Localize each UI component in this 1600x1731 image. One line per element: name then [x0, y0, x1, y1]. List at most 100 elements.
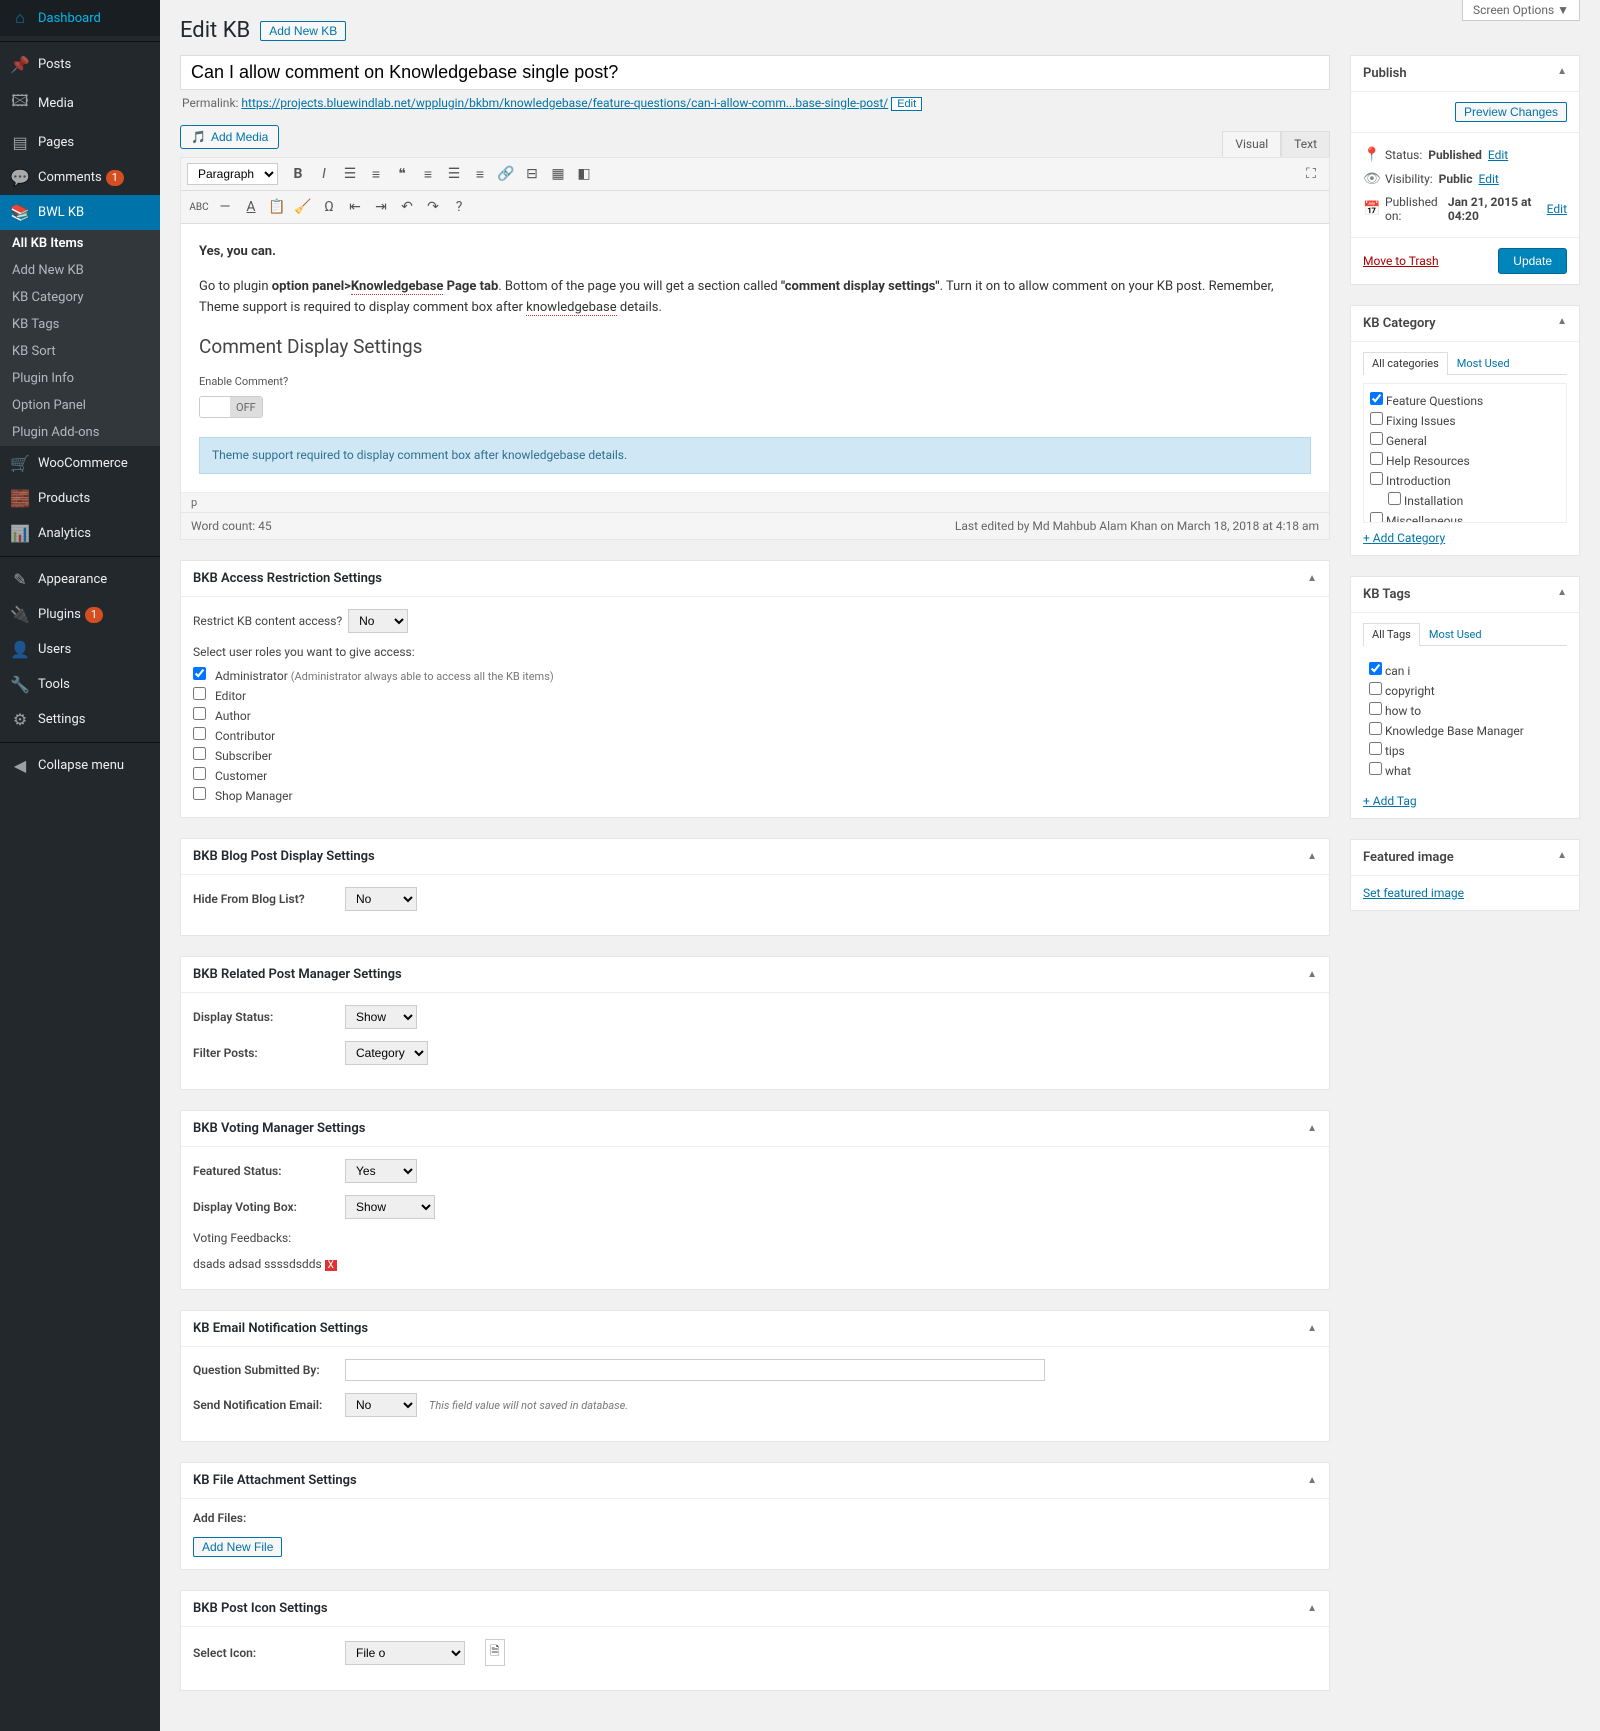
- tag-checkbox[interactable]: [1369, 682, 1382, 695]
- bullet-list-icon[interactable]: ☰: [338, 162, 362, 186]
- submenu-plugin-addons[interactable]: Plugin Add-ons: [0, 419, 160, 446]
- update-button[interactable]: Update: [1498, 248, 1567, 274]
- tag-checkbox[interactable]: [1369, 702, 1382, 715]
- restrict-access-select[interactable]: No: [348, 609, 408, 633]
- collapse-icon[interactable]: ▲: [1307, 851, 1317, 862]
- sidebar-item-comments[interactable]: 💬Comments1: [0, 160, 160, 195]
- add-media-button[interactable]: 🎵Add Media: [180, 125, 279, 149]
- italic-icon[interactable]: I: [312, 162, 336, 186]
- tag-checkbox[interactable]: [1369, 762, 1382, 775]
- sidebar-item-plugins[interactable]: 🔌Plugins1: [0, 597, 160, 632]
- add-category-link[interactable]: + Add Category: [1363, 531, 1445, 545]
- icon-select[interactable]: File o: [345, 1641, 465, 1665]
- role-checkbox[interactable]: [193, 767, 206, 780]
- sidebar-item-dashboard[interactable]: ⌂Dashboard: [0, 0, 160, 36]
- collapse-icon[interactable]: ▲: [1557, 587, 1567, 602]
- sidebar-item-posts[interactable]: 📌Posts: [0, 47, 160, 82]
- category-checkbox[interactable]: [1388, 492, 1401, 505]
- sidebar-item-products[interactable]: 🧱Products: [0, 481, 160, 516]
- align-right-icon[interactable]: ≡: [468, 162, 492, 186]
- tab-most-used-tags[interactable]: Most Used: [1420, 623, 1491, 645]
- tab-text[interactable]: Text: [1281, 131, 1330, 157]
- visibility-edit-link[interactable]: Edit: [1478, 172, 1498, 186]
- permalink-link[interactable]: https://projects.bluewindlab.net/wpplugi…: [241, 96, 888, 110]
- quote-icon[interactable]: ❝: [390, 162, 414, 186]
- collapse-icon[interactable]: ▲: [1307, 1123, 1317, 1134]
- filter-posts-select[interactable]: Category: [345, 1041, 428, 1065]
- post-title-input[interactable]: [180, 55, 1330, 90]
- collapse-icon[interactable]: ▲: [1557, 66, 1567, 81]
- add-new-file-button[interactable]: Add New File: [193, 1537, 282, 1557]
- paste-icon[interactable]: 📋: [265, 195, 289, 219]
- shortcode-icon[interactable]: ◧: [572, 162, 596, 186]
- set-featured-image-link[interactable]: Set featured image: [1363, 886, 1464, 900]
- fullscreen-icon[interactable]: ⛶: [1299, 162, 1323, 186]
- textcolor-icon[interactable]: A: [239, 195, 263, 219]
- screen-options-button[interactable]: Screen Options ▼: [1462, 0, 1580, 21]
- clear-format-icon[interactable]: 🧹: [291, 195, 315, 219]
- align-center-icon[interactable]: ☰: [442, 162, 466, 186]
- specialchar-icon[interactable]: Ω: [317, 195, 341, 219]
- collapse-icon[interactable]: ▲: [1307, 1603, 1317, 1614]
- numbered-list-icon[interactable]: ≡: [364, 162, 388, 186]
- featured-status-select[interactable]: Yes: [345, 1159, 417, 1183]
- strike-icon[interactable]: ABC: [187, 195, 211, 219]
- submenu-kb-tags[interactable]: KB Tags: [0, 311, 160, 338]
- send-email-select[interactable]: No: [345, 1393, 417, 1417]
- sidebar-item-users[interactable]: 👤Users: [0, 632, 160, 667]
- align-left-icon[interactable]: ≡: [416, 162, 440, 186]
- permalink-edit-button[interactable]: Edit: [891, 97, 922, 111]
- submitted-by-input[interactable]: [345, 1359, 1045, 1381]
- role-checkbox[interactable]: [193, 787, 206, 800]
- sidebar-item-tools[interactable]: 🔧Tools: [0, 667, 160, 702]
- submenu-plugin-info[interactable]: Plugin Info: [0, 365, 160, 392]
- role-checkbox[interactable]: [193, 747, 206, 760]
- submenu-option-panel[interactable]: Option Panel: [0, 392, 160, 419]
- collapse-icon[interactable]: ▲: [1307, 1323, 1317, 1334]
- readmore-icon[interactable]: ⊟: [520, 162, 544, 186]
- submenu-all-kb[interactable]: All KB Items: [0, 230, 160, 257]
- category-checkbox[interactable]: [1370, 512, 1383, 523]
- status-edit-link[interactable]: Edit: [1488, 148, 1508, 162]
- submenu-kb-category[interactable]: KB Category: [0, 284, 160, 311]
- display-status-select[interactable]: Show: [345, 1005, 417, 1029]
- voting-box-select[interactable]: Show: [345, 1195, 435, 1219]
- collapse-icon[interactable]: ▲: [1557, 850, 1567, 865]
- collapse-icon[interactable]: ▲: [1557, 316, 1567, 331]
- category-checkbox[interactable]: [1370, 432, 1383, 445]
- toolbar-toggle-icon[interactable]: ▦: [546, 162, 570, 186]
- sidebar-item-media[interactable]: 🖾Media: [0, 82, 160, 125]
- tag-checkbox[interactable]: [1369, 742, 1382, 755]
- tag-checkbox[interactable]: [1369, 722, 1382, 735]
- sidebar-item-collapse[interactable]: ◀Collapse menu: [0, 748, 160, 783]
- role-checkbox[interactable]: [193, 727, 206, 740]
- category-checkbox[interactable]: [1370, 392, 1383, 405]
- tab-all-categories[interactable]: All categories: [1363, 352, 1448, 375]
- preview-changes-button[interactable]: Preview Changes: [1455, 102, 1567, 122]
- bold-icon[interactable]: B: [286, 162, 310, 186]
- sidebar-item-woocommerce[interactable]: 🛒WooCommerce: [0, 446, 160, 481]
- role-checkbox[interactable]: [193, 687, 206, 700]
- role-checkbox[interactable]: [193, 707, 206, 720]
- tab-most-used-cat[interactable]: Most Used: [1448, 352, 1519, 374]
- collapse-icon[interactable]: ▲: [1307, 573, 1317, 584]
- feedback-delete-button[interactable]: X: [325, 1260, 337, 1271]
- indent-icon[interactable]: ⇥: [369, 195, 393, 219]
- sidebar-item-pages[interactable]: ▤Pages: [0, 125, 160, 160]
- format-select[interactable]: Paragraph: [187, 163, 278, 185]
- submenu-add-new-kb[interactable]: Add New KB: [0, 257, 160, 284]
- category-checkbox[interactable]: [1370, 412, 1383, 425]
- collapse-icon[interactable]: ▲: [1307, 1475, 1317, 1486]
- published-edit-link[interactable]: Edit: [1547, 202, 1567, 216]
- outdent-icon[interactable]: ⇤: [343, 195, 367, 219]
- undo-icon[interactable]: ↶: [395, 195, 419, 219]
- redo-icon[interactable]: ↷: [421, 195, 445, 219]
- move-to-trash-link[interactable]: Move to Trash: [1363, 254, 1439, 268]
- category-checkbox[interactable]: [1370, 452, 1383, 465]
- sidebar-item-settings[interactable]: ⚙Settings: [0, 702, 160, 737]
- link-icon[interactable]: 🔗: [494, 162, 518, 186]
- hr-icon[interactable]: —: [213, 195, 237, 219]
- tab-all-tags[interactable]: All Tags: [1363, 623, 1420, 646]
- category-checkbox[interactable]: [1370, 472, 1383, 485]
- sidebar-item-appearance[interactable]: ✎Appearance: [0, 562, 160, 597]
